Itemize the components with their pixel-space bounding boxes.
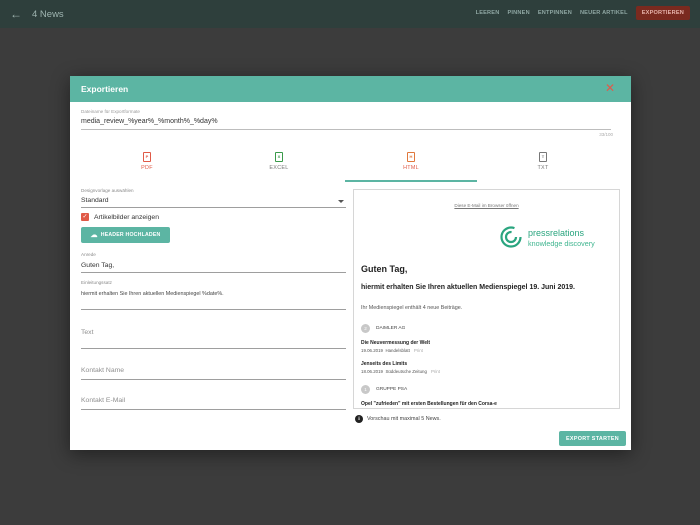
preview-category: 1 GRUPPE PSA [361,385,407,394]
pdf-file-icon: P [143,152,151,162]
preview-note: i Vorschau mit maximal 5 News. [355,415,441,423]
contact-name-input[interactable]: Kontakt Name [81,367,124,374]
preview-article-meta: 19.06.2019 Handelsblatt Print [361,348,423,353]
filename-underline [81,129,611,130]
template-select-underline [81,207,346,208]
html-file-icon: H [407,152,415,162]
category-count-badge: 2 [361,324,370,333]
txt-file-icon: T [539,152,547,162]
tab-pdf[interactable]: P PDF [81,151,213,181]
preview-intro: hiermit erhalten Sie Ihren aktuellen Med… [361,284,575,291]
export-start-button[interactable]: EXPORT STARTEN [559,431,626,446]
article-source: Süddeutsche Zeitung [385,369,427,374]
app-bar: ← 4 News LEEREN PINNEN ENTPINNEN NEUER A… [0,0,700,28]
active-tab-indicator [345,180,477,182]
excel-file-icon: X [275,152,283,162]
tab-excel-label: EXCEL [269,165,289,171]
tab-txt-label: TXT [537,165,549,171]
preview-article-meta: 18.06.2019 Süddeutsche Zeitung Print [361,369,440,374]
preview-article-title: Opel "zufrieden" mit ersten Bestellungen… [361,401,497,407]
article-date: 18.06.2019 [361,369,383,374]
tab-html[interactable]: H HTML [345,151,477,182]
cloud-upload-icon: ☁ [90,232,98,239]
chevron-down-icon[interactable] [338,200,344,203]
preview-article-title: Die Neuvermessung der Welt [361,340,431,346]
logo-tagline: knowledge discovery [528,239,595,248]
upload-header-label: HEADER HOCHLADEN [100,232,161,238]
tab-html-label: HTML [403,165,419,171]
contact-email-underline [81,409,346,410]
contact-name-underline [81,379,346,380]
preview-count: Ihr Medienspiegel enthält 4 neue Beiträg… [361,305,463,311]
salutation-label: Anrede [81,252,96,257]
pressrelations-logo-icon [500,226,522,248]
export-dialog: Exportieren ✕ Dateiname für Exportformat… [70,76,631,450]
show-images-label: Artikelbilder anzeigen [94,214,159,221]
filename-label: Dateiname für Exportformate [81,109,140,114]
article-date: 19.06.2019 [361,348,383,353]
app-title: 4 News [32,8,64,20]
export-top-button[interactable]: EXPORTIEREN [635,6,690,20]
intro-label: Einleitungssatz [81,280,112,285]
arrow-left-icon[interactable]: ← [10,7,24,21]
dialog-header: Exportieren ✕ [70,76,631,102]
category-name: DAIMLER AG [376,326,406,331]
pressrelations-logo: pressrelations knowledge discovery [500,225,610,251]
template-select[interactable]: Standard [81,197,109,204]
logo-name: pressrelations [528,228,585,238]
close-icon[interactable]: ✕ [605,82,615,94]
contact-email-input[interactable]: Kontakt E-Mail [81,397,125,404]
template-select-label: Designvorlage auswählen [81,188,134,193]
email-preview[interactable]: Diese E-Mail im Browser öffnen pressrela… [353,189,620,409]
dialog-title: Exportieren [81,84,129,94]
intro-underline [81,309,346,310]
app-menu: LEEREN PINNEN ENTPINNEN NEUER ARTIKEL EX… [468,6,690,20]
show-images-checkbox[interactable]: ✓ [81,213,89,221]
tab-excel[interactable]: X EXCEL [213,151,345,181]
preview-article-title: Jenseits des Limits [361,361,408,367]
article-media: Print [430,369,440,374]
open-in-browser-link[interactable]: Diese E-Mail im Browser öffnen [354,203,619,208]
intro-input[interactable]: hiermit erhalten Sie Ihren aktuellen Med… [81,291,224,297]
info-icon: i [355,415,363,423]
menu-neuer-artikel[interactable]: NEUER ARTIKEL [580,10,628,16]
text-underline [81,348,346,349]
filename-input[interactable]: media_review_%year%_%month%_%day% [81,118,218,125]
category-count-badge: 1 [361,385,370,394]
text-input[interactable]: Text [81,329,93,336]
article-media: Print [413,348,423,353]
menu-leeren[interactable]: LEEREN [476,10,500,16]
menu-pinnen[interactable]: PINNEN [507,10,529,16]
salutation-underline [81,272,346,273]
article-source: Handelsblatt [385,348,410,353]
salutation-input[interactable]: Guten Tag, [81,262,114,269]
tab-txt[interactable]: T TXT [477,151,609,181]
tab-pdf-label: PDF [141,165,153,171]
category-name: GRUPPE PSA [376,387,408,392]
preview-greeting: Guten Tag, [361,264,408,274]
menu-entpinnen[interactable]: ENTPINNEN [538,10,572,16]
preview-note-text: Vorschau mit maximal 5 News. [367,416,441,422]
format-tabs: P PDF X EXCEL H HTML T TXT [81,151,611,182]
upload-header-button[interactable]: ☁ HEADER HOCHLADEN [81,227,170,243]
filename-counter: 33/100 [599,132,613,137]
preview-category: 2 DAIMLER AG [361,324,405,333]
